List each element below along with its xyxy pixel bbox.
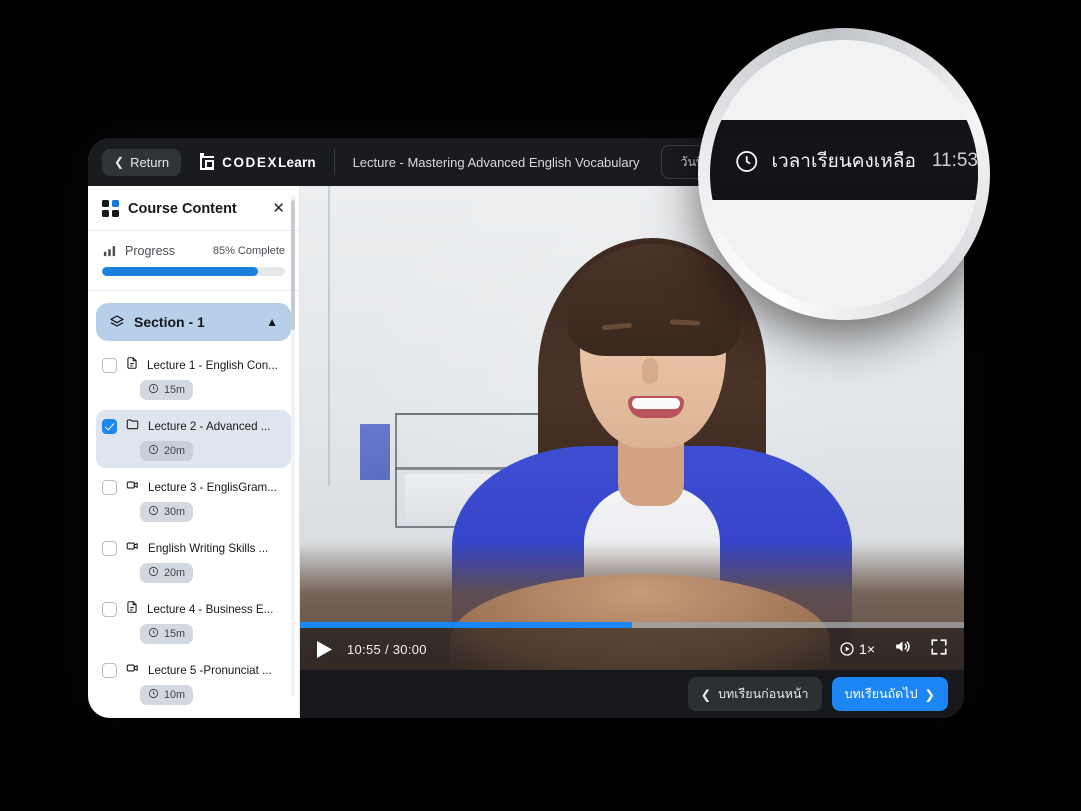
layers-icon: [110, 315, 124, 327]
lesson-checkbox[interactable]: [102, 358, 117, 373]
lesson-checkbox[interactable]: [102, 419, 117, 434]
chart-icon: [103, 246, 116, 257]
sidebar-scrollbar-thumb[interactable]: [291, 200, 295, 330]
return-button-label: Return: [130, 154, 170, 170]
screenshot-canvas: ❮ Return CODEXLearn Lecture - Mastering …: [0, 0, 1081, 811]
lesson-duration-badge: 15m: [140, 380, 194, 400]
lesson-duration-badge: 10m: [140, 685, 194, 705]
document-icon: [125, 356, 139, 375]
lesson-duration-badge: 30m: [140, 502, 194, 522]
logo-text: CODEXLearn: [222, 154, 316, 170]
progress-row: Progress 85% Complete: [102, 243, 285, 258]
section-name: Section - 1: [134, 314, 205, 330]
progress-bar-track: [102, 267, 285, 276]
lesson-duration-text: 20m: [164, 445, 186, 457]
grid-icon: [102, 200, 119, 217]
play-icon: [317, 640, 332, 658]
lesson-title: English Writing Skills ...: [148, 542, 269, 555]
clock-icon: [148, 566, 159, 580]
progress-label: Progress: [125, 243, 176, 258]
lesson-duration-badge: 20m: [140, 441, 194, 461]
clock-icon: [148, 627, 159, 641]
clock-icon: [148, 383, 159, 397]
volume-button[interactable]: [893, 637, 912, 661]
fullscreen-icon: [931, 638, 947, 655]
chevron-up-icon: ▲: [266, 315, 278, 329]
clock-icon: [148, 688, 159, 702]
document-icon: [125, 600, 139, 619]
sidebar-header: Course Content ✕: [88, 186, 299, 231]
lesson-title: Lecture 2 - Advanced ...: [148, 420, 271, 433]
lesson-duration-text: 20m: [164, 567, 186, 579]
magnified-value: 11:53: [931, 150, 978, 171]
list-item[interactable]: English Writing Skills ... 20m: [96, 532, 291, 590]
progress-bar-fill: [102, 267, 258, 276]
lecture-title: Lecture - Mastering Advanced English Voc…: [352, 154, 640, 170]
course-content-sidebar: Course Content ✕ Progress 85% Complete S…: [88, 186, 300, 718]
lesson-nav-footer: ❮ บทเรียนก่อนหน้า บทเรียนถัดไป ❯: [300, 670, 964, 718]
sidebar-section-header[interactable]: Section - 1 ▲: [96, 303, 291, 341]
fullscreen-button[interactable]: [930, 638, 948, 661]
lesson-title: Lecture 1 - English Con...: [147, 359, 278, 372]
clock-icon: [148, 444, 159, 458]
list-item[interactable]: Lecture 1 - English Con... 15m: [96, 349, 291, 407]
timecode-display: 10:55 / 30:00: [347, 641, 427, 657]
header-divider: [333, 149, 335, 175]
volume-icon: [896, 641, 910, 652]
playback-speed-button[interactable]: 1×: [839, 641, 875, 657]
lesson-list: Lecture 1 - English Con... 15m Lecture 2 -…: [88, 345, 299, 718]
chevron-right-icon: ❯: [924, 687, 935, 702]
lesson-title: Lecture 4 - Business E...: [147, 603, 274, 616]
lesson-duration-text: 30m: [164, 506, 186, 518]
video-icon: [125, 661, 140, 680]
folder-icon: [125, 417, 140, 436]
lesson-checkbox[interactable]: [102, 663, 117, 678]
sidebar-title: Course Content: [128, 200, 237, 217]
player-control-row: 10:55 / 30:00 1×: [300, 628, 964, 670]
magnified-time-remaining-chip: เวลาเรียนคงเหลือ 11:53: [720, 136, 978, 186]
previous-lesson-label: บทเรียนก่อนหน้า: [718, 687, 809, 701]
lesson-duration-text: 15m: [164, 384, 186, 396]
lesson-duration-badge: 20m: [140, 563, 194, 583]
video-icon: [125, 478, 140, 497]
codex-learn-logo: CODEXLearn: [199, 153, 316, 171]
next-lesson-label: บทเรียนถัดไป: [844, 687, 918, 701]
player-right-controls: 1×: [839, 637, 948, 661]
list-item[interactable]: Lecture 5 -Pronunciat ... 10m: [96, 654, 291, 712]
lesson-checkbox[interactable]: [102, 541, 117, 556]
lesson-duration-text: 10m: [164, 689, 186, 701]
list-item[interactable]: Lecture 3 - EnglisGram... 30m: [96, 471, 291, 529]
progress-block: Progress 85% Complete: [88, 231, 299, 291]
chevron-left-icon: ❮: [114, 155, 125, 169]
play-button[interactable]: [316, 640, 333, 659]
close-icon[interactable]: ✕: [272, 201, 285, 216]
playback-speed-label: 1×: [859, 641, 875, 657]
lesson-checkbox[interactable]: [102, 480, 117, 495]
video-player-controls: 10:55 / 30:00 1×: [300, 622, 964, 670]
previous-lesson-button[interactable]: ❮ บทเรียนก่อนหน้า: [687, 677, 822, 711]
magnifier-overlay: เวลาเรียนคงเหลือ 11:53: [698, 28, 990, 320]
progress-percent-text: 85% Complete: [212, 244, 285, 257]
next-lesson-button[interactable]: บทเรียนถัดไป ❯: [831, 677, 948, 711]
lesson-duration-badge: 15m: [140, 624, 194, 644]
video-icon: [125, 539, 140, 558]
magnifier-lens: เวลาเรียนคงเหลือ 11:53: [710, 40, 978, 308]
clock-icon: [148, 505, 159, 519]
speed-circle-icon: [840, 642, 854, 656]
lesson-title: Lecture 5 -Pronunciat ...: [148, 664, 272, 677]
list-item[interactable]: Lecture 2 - Advanced ... 20m: [96, 410, 291, 468]
clock-icon: [736, 150, 758, 172]
lesson-title: Lecture 3 - EnglisGram...: [148, 481, 277, 494]
lesson-checkbox[interactable]: [102, 602, 117, 617]
lesson-duration-text: 15m: [164, 628, 186, 640]
logo-mark-icon: [199, 153, 217, 171]
return-button[interactable]: ❮ Return: [102, 148, 182, 176]
chevron-left-icon: ❮: [700, 687, 712, 702]
magnified-label: เวลาเรียนคงเหลือ: [771, 151, 916, 172]
list-item[interactable]: Lecture 4 - Business E... 15m: [96, 593, 291, 651]
